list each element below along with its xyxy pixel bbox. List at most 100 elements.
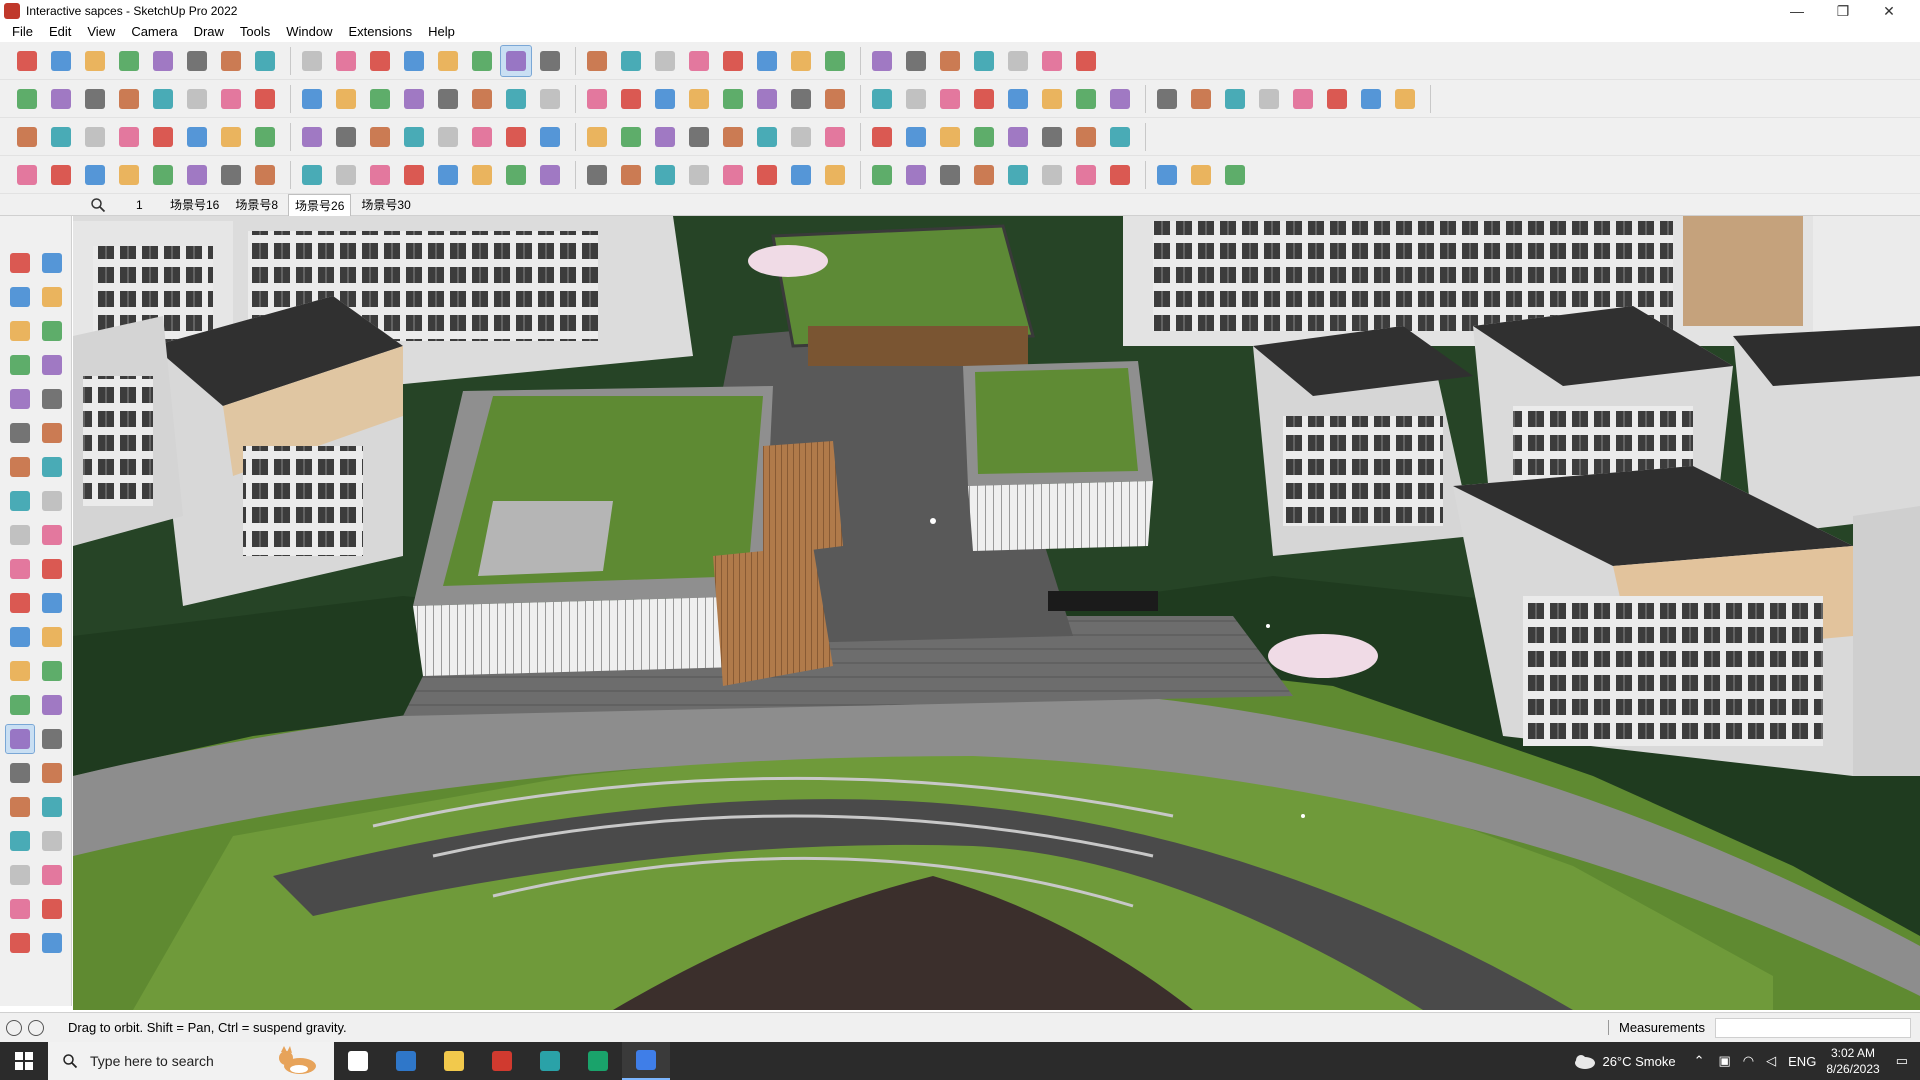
window-icon[interactable] [1288,84,1318,114]
tape-measure-icon[interactable] [6,623,34,651]
line-angle-icon[interactable] [331,160,361,190]
ring-icon[interactable] [182,160,212,190]
pencil-icon[interactable] [114,46,144,76]
join-icon[interactable] [501,122,531,152]
geo-location-icon[interactable] [6,1019,22,1036]
info-icon[interactable] [28,1019,44,1036]
file-explorer-icon[interactable] [430,1042,478,1080]
curve-icon[interactable] [1003,84,1033,114]
roof-icon[interactable] [1390,84,1420,114]
solid-trim-icon[interactable] [684,84,714,114]
shape-icon[interactable] [820,84,850,114]
text-icon[interactable] [38,657,66,685]
edge-icon[interactable] [574,1042,622,1080]
tag-icon[interactable] [38,317,66,345]
plane-icon[interactable] [650,160,680,190]
face-icon[interactable] [12,122,42,152]
look-around-icon[interactable] [718,46,748,76]
orbit-icon[interactable] [500,44,532,77]
fence-icon[interactable] [1356,84,1386,114]
follow-me-icon[interactable] [38,555,66,583]
menu-help[interactable]: Help [420,22,463,42]
array-icon[interactable] [216,122,246,152]
menu-tools[interactable]: Tools [232,22,278,42]
solid-split-icon[interactable] [718,84,748,114]
display-section-icon[interactable] [6,895,34,923]
bridge-icon[interactable] [820,160,850,190]
paint-icon[interactable] [182,46,212,76]
solid-union-icon[interactable] [616,84,646,114]
arc2-icon[interactable] [216,160,246,190]
component-icon[interactable] [535,84,565,114]
scene-tab-1[interactable]: 1 [130,196,160,214]
polygon-icon[interactable] [901,84,931,114]
textured-icon[interactable] [433,84,463,114]
iso-view-icon[interactable] [12,84,42,114]
brick-icon[interactable] [969,122,999,152]
trim-icon[interactable] [1071,46,1101,76]
select-icon[interactable] [6,249,34,277]
circle-icon[interactable] [867,84,897,114]
smooth-icon[interactable] [650,122,680,152]
profile-icon[interactable] [786,46,816,76]
acrobat-icon[interactable] [478,1042,526,1080]
3d-text-icon[interactable] [38,691,66,719]
network-icon[interactable]: ▣ [1719,1053,1731,1069]
pink-icon[interactable] [1186,84,1216,114]
bezier-icon[interactable] [1105,84,1135,114]
menu-draw[interactable]: Draw [186,22,232,42]
menu-extensions[interactable]: Extensions [341,22,421,42]
mesh-icon[interactable] [901,122,931,152]
explode-icon[interactable] [433,122,463,152]
column-icon[interactable] [501,160,531,190]
fillet-icon[interactable] [148,122,178,152]
rectangle-rotated-icon[interactable] [114,160,144,190]
shaded-icon[interactable] [399,84,429,114]
intersect-icon[interactable] [752,84,782,114]
walk-icon[interactable] [6,861,34,889]
vertex-icon[interactable] [616,122,646,152]
red-line-icon[interactable] [1152,84,1182,114]
zoom-window-icon[interactable] [38,759,66,787]
menu-camera[interactable]: Camera [123,22,185,42]
rotated-rectangle-icon[interactable] [38,385,66,413]
chevron-up-icon[interactable]: ⌃ [1694,1053,1705,1069]
extension-icon[interactable] [901,46,931,76]
gear-icon[interactable] [1152,160,1182,190]
scale-icon[interactable] [6,589,34,617]
dimension-icon[interactable] [38,623,66,651]
split-icon[interactable] [535,122,565,152]
language-indicator[interactable]: ENG [1788,1054,1816,1069]
wifi-icon[interactable]: ◠ [1743,1053,1754,1069]
solid-subtract-icon[interactable] [650,84,680,114]
tile-icon[interactable] [786,122,816,152]
wireframe-icon[interactable] [331,84,361,114]
draw-line-icon[interactable] [12,160,42,190]
leaf-icon[interactable] [616,160,646,190]
spline-icon[interactable] [1071,84,1101,114]
section-icon[interactable] [752,46,782,76]
wave-icon[interactable] [752,160,782,190]
cone-icon[interactable] [467,160,497,190]
stripes2-icon[interactable] [867,160,897,190]
back-edges-icon[interactable] [297,84,327,114]
minimize-button[interactable]: — [1774,0,1820,22]
offset-icon[interactable] [80,122,110,152]
task-view-icon[interactable] [334,1042,382,1080]
pattern-icon[interactable] [1037,160,1067,190]
notifications-icon[interactable]: ▭ [1896,1053,1908,1069]
pie-icon[interactable] [38,487,66,515]
quad-icon[interactable] [752,122,782,152]
start-button[interactable] [0,1042,48,1080]
undo-icon[interactable] [1003,46,1033,76]
lasso-icon[interactable] [148,46,178,76]
stair-icon[interactable] [1322,84,1352,114]
zoom-extents-icon[interactable] [12,46,42,76]
tape-icon[interactable] [399,46,429,76]
star-icon[interactable] [1220,160,1250,190]
taskbar-search[interactable]: Type here to search [48,1042,334,1080]
weld-icon[interactable] [467,122,497,152]
maximize-button[interactable]: ❐ [1820,0,1866,22]
search-icon[interactable] [90,197,106,213]
close-button[interactable]: ✕ [1866,0,1912,22]
